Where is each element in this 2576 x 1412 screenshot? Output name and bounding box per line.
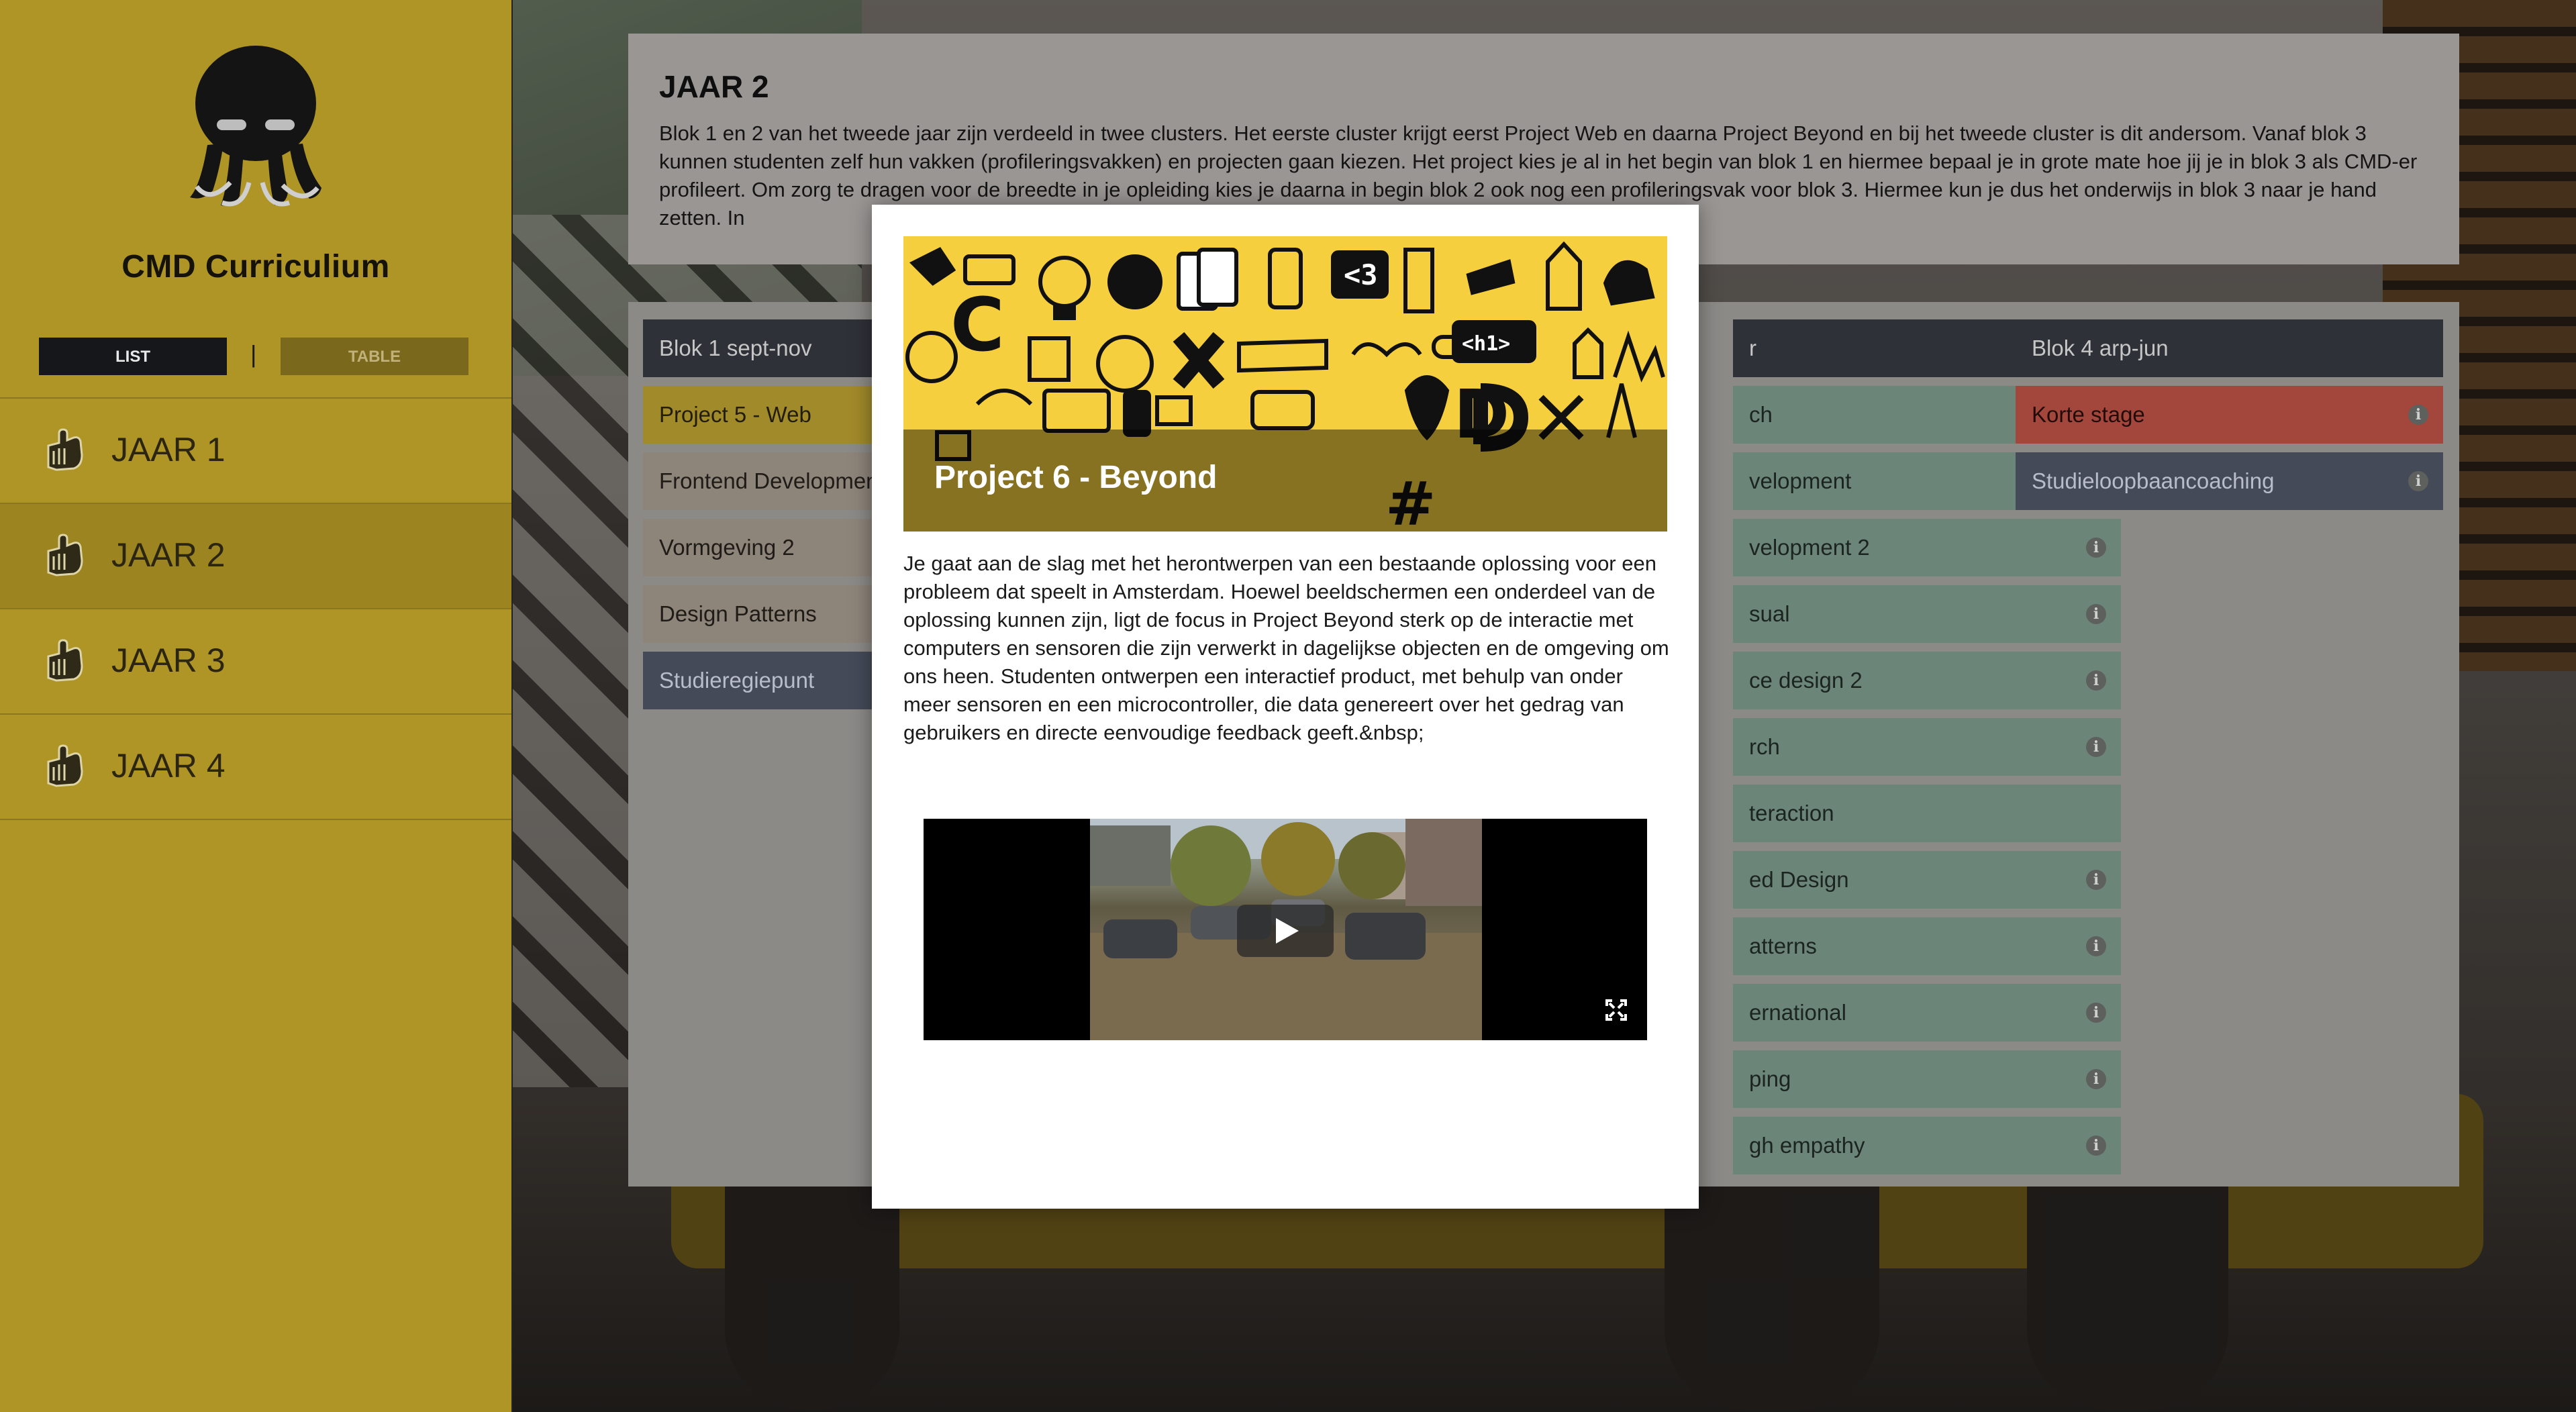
sidebar-item-label: JAAR 4 [111,747,226,785]
info-icon[interactable]: i [2086,1069,2106,1089]
course-cell[interactable]: rch i [1733,718,2121,776]
info-icon[interactable]: i [2086,538,2106,558]
table-view-button[interactable]: TABLE [281,338,468,375]
course-cell[interactable]: teraction [1733,785,2121,842]
list-view-button[interactable]: LIST [39,338,227,375]
course-label: ed Design [1749,867,1849,892]
course-cell[interactable]: ce design 2 i [1733,652,2121,709]
info-icon[interactable]: i [2086,936,2106,956]
info-icon[interactable]: i [2086,737,2106,757]
course-label: ce design 2 [1749,668,1863,693]
app-title: CMD Curriculium [121,249,390,285]
hand-pointing-icon [47,428,83,471]
course-label: Korte stage [2032,402,2145,427]
sidebar-item-jaar-3[interactable]: JAAR 3 [0,608,511,713]
course-cell[interactable]: velopment 2 i [1733,519,2121,576]
toggle-separator: | [250,340,257,368]
course-label: ernational [1749,1000,1846,1025]
fullscreen-icon[interactable] [1603,997,1630,1023]
course-label: sual [1749,601,1790,626]
course-label: teraction [1749,801,1834,825]
banner-glyph: <h1> [1462,332,1510,356]
course-label: Studieregiepunt [659,668,815,693]
info-icon[interactable]: i [2086,1003,2106,1023]
sidebar: CMD Curriculium LIST | TABLE JAAR 1 JAAR… [0,0,511,1412]
sidebar-item-label: JAAR 1 [111,431,226,468]
modal-title: Project 6 - Beyond [934,460,1218,495]
video-player[interactable] [924,819,1647,1040]
sidebar-item-label: JAAR 3 [111,642,226,679]
hand-pointing-icon [47,639,83,682]
course-label: Design Patterns [659,601,817,626]
sidebar-item-jaar-1[interactable]: JAAR 1 [0,397,511,503]
info-icon[interactable]: i [2086,670,2106,691]
course-cell[interactable]: ed Design i [1733,851,2121,909]
course-label: Vormgeving 2 [659,535,795,560]
course-cell[interactable]: Korte stage i [2016,386,2443,444]
column-blok-4: Blok 4 arp-jun Korte stage i Studieloopba… [2016,319,2443,519]
sidebar-item-label: JAAR 2 [111,536,226,574]
course-cell[interactable]: Studieloopbaancoaching i [2016,452,2443,510]
project-modal: <3 <h1> # C D Project 6 - Beyond Je gaat… [872,205,1699,1209]
view-toggle: LIST | TABLE [39,338,468,376]
play-icon[interactable] [1237,905,1334,957]
course-label: Studieloopbaancoaching [2032,468,2275,493]
info-icon[interactable]: i [2408,405,2428,425]
course-label: ping [1749,1066,1791,1091]
octopus-logo-icon[interactable] [189,44,323,212]
hand-pointing-icon [47,534,83,576]
course-cell[interactable]: atterns i [1733,917,2121,975]
course-label: velopment 2 [1749,535,1870,560]
hand-pointing-icon [47,744,83,787]
course-label: ch [1749,402,1773,427]
course-cell[interactable]: ping i [1733,1050,2121,1108]
course-label: rch [1749,734,1780,759]
info-icon[interactable]: i [2086,1136,2106,1156]
course-label: velopment [1749,468,1852,493]
sidebar-item-jaar-2[interactable]: JAAR 2 [0,503,511,608]
info-icon[interactable]: i [2408,471,2428,491]
course-label: Project 5 - Web [659,402,811,427]
page-title: JAAR 2 [659,69,769,104]
info-icon[interactable]: i [2086,604,2106,624]
course-cell[interactable]: gh empathy i [1733,1117,2121,1174]
course-label: atterns [1749,934,1817,958]
modal-description: Je gaat aan de slag met het herontwerpen… [903,552,1669,744]
project-banner-image: <3 <h1> # C D Project 6 - Beyond [903,236,1667,532]
year-nav: JAAR 1 JAAR 2 JAAR 3 JAAR 4 [0,397,511,820]
course-cell[interactable]: sual i [1733,585,2121,643]
course-label: Frontend Developmen [659,468,879,493]
banner-glyph: <3 [1344,258,1378,291]
course-label: gh empathy [1749,1133,1865,1158]
sidebar-item-jaar-4[interactable]: JAAR 4 [0,713,511,820]
banner-glyph: C [950,282,1005,368]
course-cell[interactable]: ernational i [1733,984,2121,1042]
info-icon[interactable]: i [2086,870,2106,890]
column-header: Blok 4 arp-jun [2016,319,2443,377]
